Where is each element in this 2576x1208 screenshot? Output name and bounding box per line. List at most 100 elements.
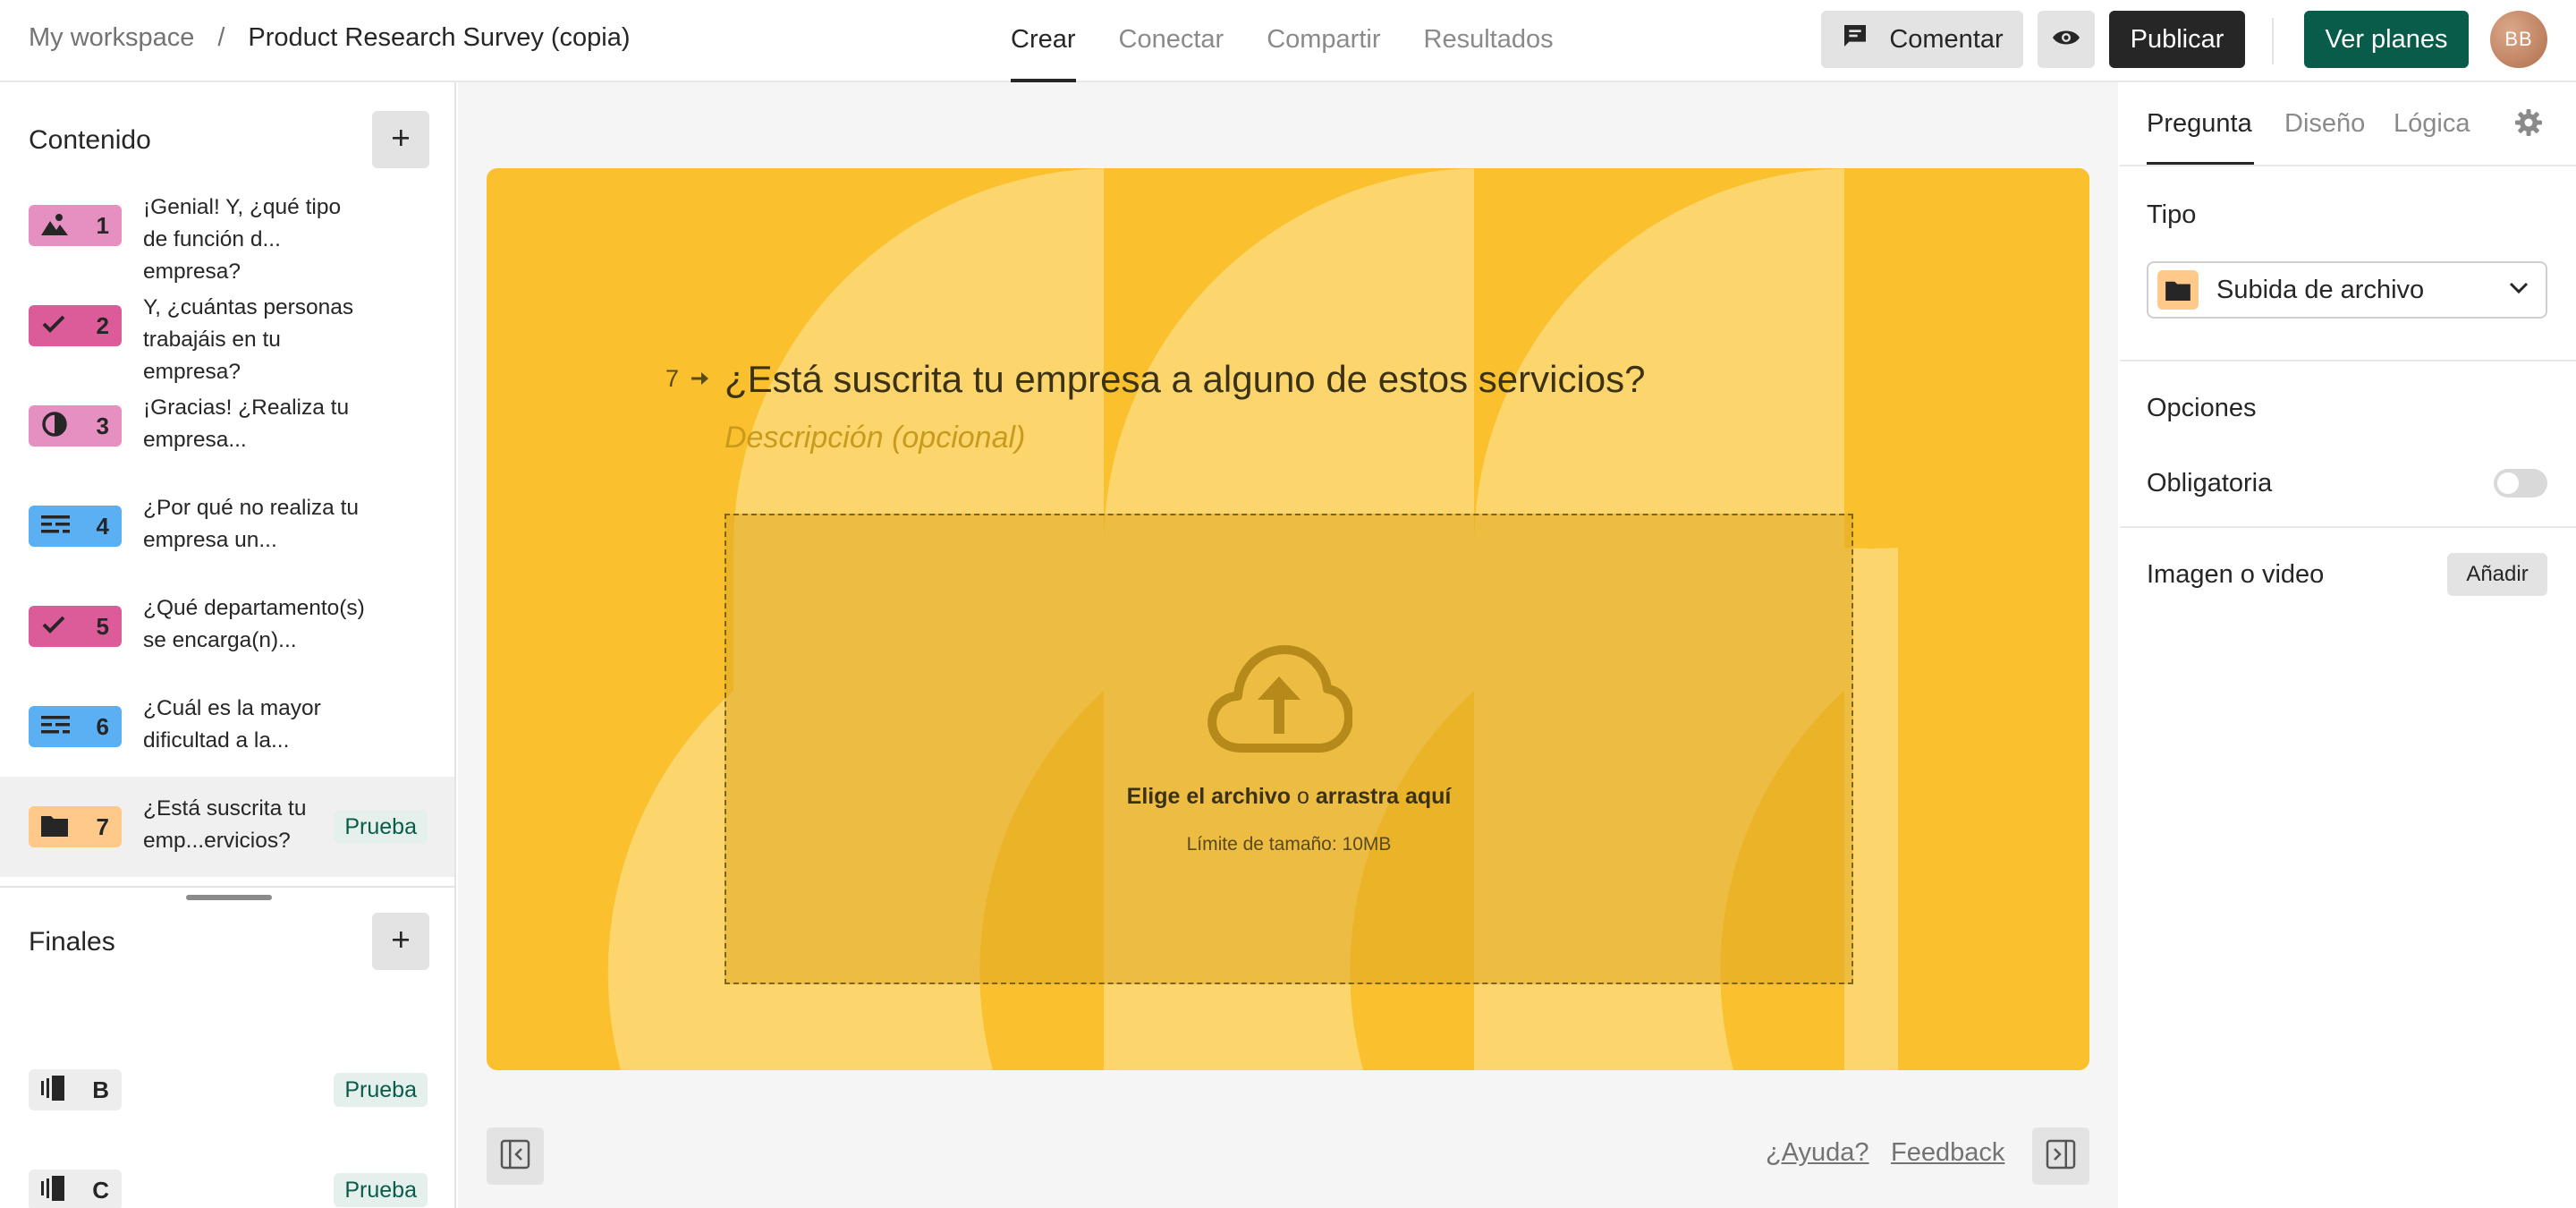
eye-icon [2052, 25, 2080, 55]
file-upload-dropzone[interactable]: Elige el archivo o arrastra aquí Límite … [724, 514, 1853, 984]
question-badge: 2 [29, 305, 122, 346]
question-item-2[interactable]: 2 Y, ¿cuántas personas trabajáis en tu e… [0, 276, 454, 384]
question-number: 1 [96, 211, 109, 239]
question-text: ¿Por qué no realiza tu empresa un... [143, 496, 360, 552]
tab-conectar[interactable]: Conectar [1119, 0, 1224, 82]
collapse-right-panel-button[interactable] [2032, 1127, 2089, 1185]
test-tag: Prueba [334, 810, 428, 844]
plus-icon [391, 930, 411, 954]
question-badge: 7 [29, 806, 122, 847]
folder-icon [2157, 270, 2199, 310]
question-item-1[interactable]: 1 ¡Genial! Y, ¿qué tipo de función d... … [0, 175, 454, 284]
check-icon [41, 615, 66, 639]
check-icon [41, 314, 66, 338]
add-media-button[interactable]: Añadir [2447, 553, 2547, 596]
question-item-5[interactable]: 5 ¿Qué departamento(s) se encarga(n)... [0, 576, 454, 676]
header-divider [2272, 18, 2274, 64]
long-text-icon [41, 715, 70, 739]
upload-size-limit: Límite de tamaño: 10MB [1186, 834, 1392, 855]
tab-compartir[interactable]: Compartir [1267, 0, 1380, 82]
question-type-select[interactable]: Subida de archivo [2147, 261, 2547, 319]
question-type-value: Subida de archivo [2216, 276, 2425, 304]
editor-canvas: 7 ¿Está suscrita tu empresa a alguno de … [458, 82, 2118, 1208]
tabs-divider [2120, 165, 2576, 166]
tab-logica[interactable]: Lógica [2394, 109, 2470, 139]
add-ending-button[interactable] [372, 913, 429, 970]
test-tag: Prueba [334, 1173, 428, 1207]
drag-here-text: arrastra aquí [1315, 784, 1452, 809]
question-number: 7 [96, 812, 109, 840]
comment-button[interactable]: Comentar [1821, 11, 2023, 68]
tab-pregunta[interactable]: Pregunta [2147, 109, 2252, 139]
question-badge: 3 [29, 405, 122, 447]
question-number: 6 [96, 712, 109, 740]
avatar[interactable]: BB [2490, 11, 2547, 68]
ending-badge: C [29, 1170, 122, 1208]
arrow-right-icon [691, 365, 709, 392]
question-card: 7 ¿Está suscrita tu empresa a alguno de … [487, 168, 2089, 1070]
ending-badge: B [29, 1069, 122, 1110]
collapse-left-panel-button[interactable] [487, 1127, 544, 1185]
question-text: ¿Cuál es la mayor dificultad a la... [143, 696, 321, 753]
question-text: ¿Qué departamento(s) se encarga(n)... [143, 596, 365, 652]
opinion-scale-icon [41, 411, 68, 442]
choose-file-link[interactable]: Elige el archivo [1127, 784, 1291, 809]
question-text: Y, ¿cuántas personas trabajáis en tu emp… [143, 295, 354, 384]
long-text-icon [41, 515, 70, 539]
question-item-6[interactable]: 6 ¿Cuál es la mayor dificultad a la... [0, 676, 454, 777]
breadcrumb: My workspace / Product Research Survey (… [29, 23, 631, 53]
question-index: 7 [665, 365, 709, 393]
image-icon [41, 212, 68, 240]
top-header: My workspace / Product Research Survey (… [0, 0, 2576, 82]
tab-resultados[interactable]: Resultados [1424, 0, 1554, 82]
question-title[interactable]: ¿Está suscrita tu empresa a alguno de es… [724, 358, 1646, 401]
tab-crear[interactable]: Crear [1011, 0, 1076, 82]
app-root: My workspace / Product Research Survey (… [0, 0, 2576, 1208]
question-number: 4 [96, 512, 109, 540]
tab-diseno[interactable]: Diseño [2284, 109, 2365, 139]
ending-item-b[interactable]: B Prueba [0, 1045, 454, 1135]
folder-icon [41, 813, 68, 841]
content-section-title: Contenido [29, 125, 151, 155]
breadcrumb-workspace[interactable]: My workspace [29, 23, 194, 53]
gear-icon[interactable] [2515, 109, 2542, 140]
question-item-3[interactable]: 3 ¡Gracias! ¿Realiza tu empresa... [0, 376, 454, 476]
section-divider [2120, 526, 2576, 528]
breadcrumb-form-title[interactable]: Product Research Survey (copia) [248, 23, 630, 53]
question-badge: 1 [29, 205, 122, 246]
question-index-number: 7 [665, 365, 680, 392]
question-item-4[interactable]: 4 ¿Por qué no realiza tu empresa un... [0, 476, 454, 576]
publish-button[interactable]: Publicar [2109, 11, 2245, 68]
question-item-7[interactable]: 7 ¿Está suscrita tu emp...ervicios? Prue… [0, 777, 454, 877]
question-number: 3 [96, 412, 109, 439]
sidebar-collapse-icon [2046, 1139, 2076, 1174]
media-label: Imagen o video [2147, 560, 2325, 589]
section-divider [2120, 360, 2576, 362]
question-number: 5 [96, 612, 109, 640]
chevron-down-icon [2508, 281, 2529, 300]
settings-panel: Pregunta Diseño Lógica Tipo Subida de ar… [2120, 82, 2576, 1208]
options-label: Opciones [2147, 394, 2257, 422]
sidebar-collapse-icon [500, 1139, 530, 1174]
ending-letter: C [92, 1176, 109, 1204]
resize-handle[interactable] [186, 895, 272, 900]
feedback-link[interactable]: Feedback [1891, 1138, 2004, 1168]
question-description[interactable]: Descripción (opcional) [724, 421, 1025, 455]
question-badge: 5 [29, 606, 122, 647]
preview-button[interactable] [2038, 11, 2095, 68]
cloud-upload-icon [1206, 644, 1353, 760]
ending-screen-icon [41, 1175, 68, 1205]
ending-screen-icon [41, 1075, 68, 1105]
comment-icon [1841, 21, 1869, 57]
question-badge: 6 [29, 706, 122, 747]
question-number: 2 [96, 311, 109, 339]
sidebar-divider [0, 886, 454, 888]
comment-label: Comentar [1889, 24, 2004, 54]
required-toggle[interactable] [2494, 469, 2547, 498]
endings-section-title: Finales [29, 927, 115, 957]
ending-item-c[interactable]: C Prueba [0, 1145, 454, 1208]
add-content-button[interactable] [372, 111, 429, 168]
help-link[interactable]: ¿Ayuda? [1766, 1138, 1869, 1168]
breadcrumb-separator: / [217, 23, 225, 52]
view-plans-button[interactable]: Ver planes [2304, 11, 2469, 68]
